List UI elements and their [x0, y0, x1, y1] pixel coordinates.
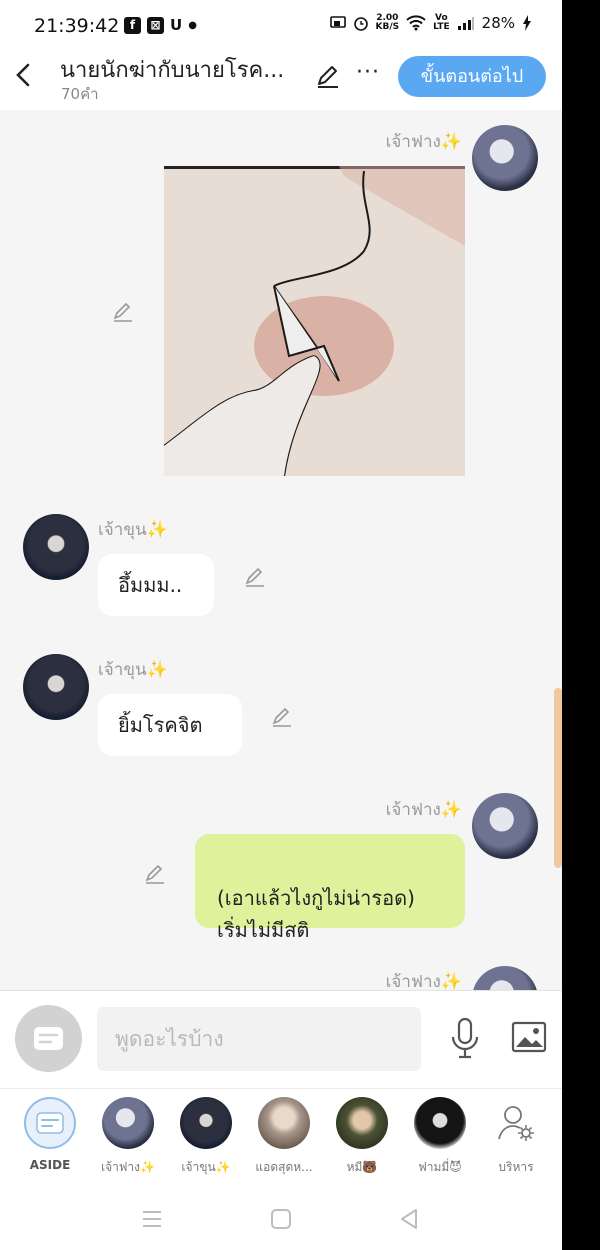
- character-fang[interactable]: เจ้าฟาง✨: [91, 1097, 165, 1177]
- sparkle-icon: ✨: [440, 132, 462, 152]
- character-aside[interactable]: ASIDE: [13, 1097, 87, 1172]
- avatar-khun[interactable]: [23, 514, 89, 580]
- speaker-name-text: เจ้าฟาง: [385, 800, 441, 820]
- more-options-icon[interactable]: ···: [356, 60, 380, 85]
- speaker-name: เจ้าขุน✨: [98, 656, 168, 683]
- word-count: 70คำ: [61, 85, 99, 103]
- image-upload-icon[interactable]: [511, 1021, 547, 1053]
- volte-icon: Vo LTE: [433, 13, 450, 32]
- header: นายนักฆ่ากับนายโรค... 70คำ ··· ขั้นตอนต่…: [0, 50, 562, 110]
- dot-icon: ●: [188, 19, 197, 31]
- message-text: ยิ้มโรคจิต: [118, 713, 203, 737]
- home-icon[interactable]: [268, 1206, 294, 1232]
- manage-characters-icon: [498, 1106, 534, 1141]
- character-avatar: [180, 1097, 232, 1149]
- character-manage[interactable]: บริหาร: [479, 1097, 553, 1177]
- avatar-fang[interactable]: [472, 793, 538, 859]
- charging-icon: [523, 15, 531, 31]
- message-text: อึ้มมม..: [118, 573, 183, 597]
- back-nav-icon[interactable]: [396, 1206, 422, 1232]
- sparkle-icon: ✨: [146, 520, 168, 540]
- capcut-icon: ⊠: [147, 16, 164, 34]
- scroll-indicator[interactable]: [554, 688, 562, 868]
- screen-edge: [562, 0, 600, 1250]
- sparkle-icon: ✨: [440, 800, 462, 820]
- sparkle-icon: ✨: [146, 660, 168, 680]
- next-step-button[interactable]: ขั้นตอนต่อไป: [398, 56, 546, 97]
- cast-icon: [329, 16, 346, 28]
- speaker-name-text: เจ้าขุน: [98, 660, 147, 680]
- status-icons: 2.00 KB/S Vo LTE 28%: [329, 13, 533, 32]
- sparkle-icon: ✨: [440, 972, 462, 990]
- character-label: แอดสุดห...: [255, 1160, 313, 1174]
- signal-icon: [457, 17, 474, 30]
- character-label: ฟามมี่😈: [418, 1160, 462, 1174]
- notification-icons: f ⊠ U ●: [124, 16, 197, 34]
- speaker-name: เจ้าฟาง✨: [386, 796, 462, 823]
- character-avatar: [336, 1097, 388, 1149]
- edit-title-icon[interactable]: [314, 62, 342, 90]
- net-speed-unit: KB/S: [375, 22, 400, 32]
- facebook-icon: f: [124, 16, 141, 34]
- edit-message-icon[interactable]: [270, 705, 294, 729]
- message-image[interactable]: [164, 166, 465, 476]
- avatar-khun[interactable]: [23, 654, 89, 720]
- input-bar: [0, 990, 562, 1088]
- speaker-name-text: เจ้าขุน: [98, 520, 147, 540]
- edit-message-icon[interactable]: [111, 300, 135, 324]
- character-label: บริหาร: [498, 1160, 534, 1174]
- aside-toggle-button[interactable]: [15, 1005, 82, 1072]
- image-illustration: [164, 166, 465, 476]
- character-avatar: [414, 1097, 466, 1149]
- character-bar: ASIDE เจ้าฟาง✨ เจ้าขุน✨ แอดสุดห... หมี🐻 …: [0, 1088, 562, 1188]
- character-fammy[interactable]: ฟามมี่😈: [403, 1097, 477, 1177]
- aside-icon: [34, 1027, 63, 1050]
- wifi-icon: [406, 15, 426, 31]
- avatar-fang[interactable]: [472, 966, 538, 990]
- net-speed: 2.00 KB/S: [376, 14, 400, 32]
- speaker-name: เจ้าขุน✨: [98, 516, 168, 543]
- character-khun[interactable]: เจ้าขุน✨: [169, 1097, 243, 1177]
- avatar-fang[interactable]: [472, 125, 538, 191]
- status-bar: 21:39:42 f ⊠ U ● 2.00 KB/S Vo LTE 28%: [0, 0, 562, 50]
- message-bubble[interactable]: (เอาแล้วไงกูไม่น่ารอด) เริ่มไม่มีสติ: [195, 834, 465, 942]
- aside-icon: [36, 1112, 64, 1134]
- message-bubble[interactable]: ยิ้มโรคจิต: [98, 694, 242, 756]
- character-label: เจ้าขุน✨: [181, 1160, 231, 1174]
- phone-screen: 21:39:42 f ⊠ U ● 2.00 KB/S Vo LTE 28% นาย…: [0, 0, 562, 1250]
- aside-avatar: [24, 1097, 76, 1149]
- edit-message-icon[interactable]: [243, 565, 267, 589]
- speaker-name: เจ้าฟาง✨: [386, 968, 462, 990]
- character-label: เจ้าฟาง✨: [101, 1160, 155, 1174]
- character-label: หมี🐻: [346, 1160, 378, 1174]
- status-time: 21:39:42: [34, 15, 120, 37]
- character-avatar: [102, 1097, 154, 1149]
- character-avatar: [258, 1097, 310, 1149]
- back-arrow-icon[interactable]: [12, 60, 36, 90]
- speaker-name-text: เจ้าฟาง: [385, 972, 441, 990]
- manage-avatar: [490, 1097, 542, 1149]
- recent-apps-icon[interactable]: [139, 1206, 165, 1232]
- message-input[interactable]: [97, 1007, 421, 1071]
- speaker-name-text: เจ้าฟาง: [385, 132, 441, 152]
- microphone-icon[interactable]: [450, 1017, 480, 1059]
- speaker-name: เจ้าฟาง✨: [386, 128, 462, 155]
- character-bear[interactable]: หมี🐻: [325, 1097, 399, 1177]
- character-admin[interactable]: แอดสุดห...: [247, 1097, 321, 1177]
- battery-level: 28%: [481, 14, 515, 32]
- message-text: (เอาแล้วไงกูไม่น่ารอด) เริ่มไม่มีสติ: [217, 886, 415, 942]
- chat-area[interactable]: เจ้าฟาง✨ เจ้าขุน✨ อึ้มมม.. เจ้าขุน✨ ยิ้ม…: [0, 110, 562, 990]
- message-bubble[interactable]: อึ้มมม..: [98, 554, 214, 616]
- system-nav-bar: [0, 1188, 562, 1250]
- edit-message-icon[interactable]: [143, 862, 167, 886]
- u-icon: U: [170, 16, 183, 34]
- character-label: ASIDE: [29, 1158, 71, 1172]
- alarm-icon: [353, 17, 368, 31]
